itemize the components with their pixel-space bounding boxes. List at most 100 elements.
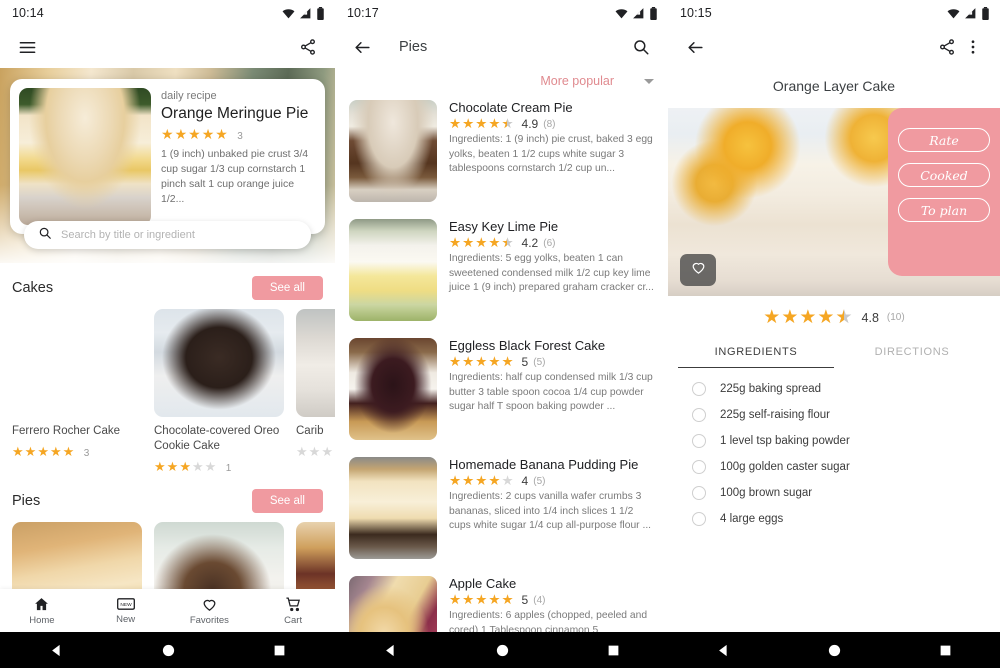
daily-recipe-image [19, 88, 151, 225]
cakes-carousel[interactable]: Ferrero Rocher Cake ★ ★ ★ ★ ★ 3 Chocolate-co… [0, 309, 335, 476]
recipe-card[interactable]: Ferrero Rocher Cake ★ ★ ★ ★ ★ 3 [12, 309, 142, 476]
recents-navigation-button[interactable] [273, 644, 286, 657]
share-icon[interactable] [295, 34, 321, 60]
recipe-card[interactable]: Chocolate-covered Oreo Cookie Cake ★ ★ ★ ★ ★… [154, 309, 284, 476]
recipe-title: Chocolate Cream Pie [449, 100, 573, 115]
star-rating: ★★★★★ [449, 236, 514, 250]
rating-value: 4.9 [521, 117, 539, 131]
nav-item-favorites[interactable]: Favorites [168, 596, 252, 626]
to-plan-button[interactable]: To plan [898, 198, 990, 222]
recipe-title: Apple Cake [449, 576, 517, 591]
hamburger-menu-icon[interactable] [14, 34, 40, 60]
ingredient-item[interactable]: 225g self-raising flour [668, 402, 1000, 428]
nav-item-new[interactable]: NEW New [84, 596, 168, 625]
daily-recipe-info: daily recipe Orange Meringue Pie ★ ★ ★ ★ ★ 3… [161, 88, 316, 225]
rating-count: (5) [533, 356, 546, 368]
rating-count: (8) [543, 118, 556, 130]
bottom-navigation-bar: Home NEW New Favorites Cart [0, 589, 335, 632]
status-icons [615, 6, 658, 20]
back-navigation-button[interactable] [49, 643, 64, 658]
app-bar-1 [0, 26, 335, 68]
ingredient-item[interactable]: 4 large eggs [668, 506, 1000, 532]
overflow-menu-icon[interactable] [960, 34, 986, 60]
search-container: Search by title or ingredient [24, 221, 311, 249]
new-badge-icon: NEW [116, 596, 135, 612]
share-icon[interactable] [934, 34, 960, 60]
recipe-list-item[interactable]: Easy Key Lime Pie ★★★★★ 4.2 (6) Ingredie… [335, 215, 668, 334]
cellular-signal-icon [299, 7, 312, 20]
section-title-pies: Pies [12, 492, 41, 509]
star-rating[interactable]: ★ ★ ★ ★ ★ [763, 308, 852, 327]
recipe-list-item[interactable]: Chocolate Cream Pie ★★★★★ 4.9 (8) Ingred… [335, 96, 668, 215]
recipe-rating: ★ ★ ★ ★ ★ 5 (4) [449, 593, 656, 607]
daily-recipe-card[interactable]: daily recipe Orange Meringue Pie ★ ★ ★ ★ ★ 3… [10, 79, 325, 234]
chevron-down-icon[interactable] [644, 78, 654, 84]
home-navigation-button[interactable] [827, 643, 842, 658]
recipe-card[interactable]: Carib ★★★★★ [296, 309, 335, 476]
recents-navigation-button[interactable] [939, 644, 952, 657]
ingredient-item[interactable]: 100g brown sugar [668, 480, 1000, 506]
battery-icon [649, 6, 658, 20]
ingredient-item[interactable]: 100g golden caster sugar [668, 454, 1000, 480]
back-navigation-button[interactable] [383, 643, 398, 658]
ingredient-checkbox[interactable] [692, 460, 706, 474]
favorite-button[interactable] [680, 254, 716, 286]
cart-icon [285, 596, 302, 613]
three-phone-screenshots: 10:14 daily recipe Orange Meringue Pie ★… [0, 0, 1000, 668]
recipe-card-rating: ★★★★★ [296, 443, 335, 461]
ingredient-item[interactable]: 1 level tsp baking powder [668, 428, 1000, 454]
recipe-list-item[interactable]: Homemade Banana Pudding Pie ★ ★ ★ ★ ★ 4 (5) … [335, 453, 668, 572]
recipe-detail-rating[interactable]: ★★★★★ 4.8 (10) [668, 296, 1000, 337]
ingredient-checkbox[interactable] [692, 434, 706, 448]
sort-label[interactable]: More popular [540, 74, 614, 88]
ingredient-item[interactable]: 225g baking spread [668, 376, 1000, 402]
recipe-card-image [296, 309, 335, 417]
ingredient-text: 1 level tsp baking powder [720, 435, 850, 447]
recipe-card-image [12, 309, 142, 417]
back-arrow-icon[interactable] [349, 34, 375, 60]
nav-label: Favorites [189, 614, 229, 626]
star-rating: ★★★★★ [12, 443, 75, 459]
android-system-bar-3 [668, 632, 1000, 668]
search-input[interactable]: Search by title or ingredient [24, 221, 311, 249]
home-navigation-button[interactable] [161, 643, 176, 658]
recipe-thumbnail [349, 100, 437, 202]
daily-recipe-hero: daily recipe Orange Meringue Pie ★ ★ ★ ★ ★ 3… [0, 68, 335, 263]
back-arrow-icon[interactable] [682, 34, 708, 60]
ingredient-checkbox[interactable] [692, 408, 706, 422]
ingredient-text: 4 large eggs [720, 513, 784, 525]
ingredient-text: 225g self-raising flour [720, 409, 830, 421]
sort-control: More popular [335, 68, 668, 96]
see-all-button-pies[interactable]: See all [251, 488, 323, 513]
ingredient-checkbox[interactable] [692, 382, 706, 396]
back-navigation-button[interactable] [716, 643, 731, 658]
search-icon[interactable] [628, 34, 654, 60]
action-panel: Rate Cooked To plan [888, 108, 1000, 276]
phone-screen-home: 10:14 daily recipe Orange Meringue Pie ★… [0, 0, 335, 668]
nav-item-cart[interactable]: Cart [251, 596, 335, 626]
ingredients-list: 225g baking spread 225g self-raising flo… [668, 368, 1000, 532]
cellular-signal-icon [964, 7, 977, 20]
ingredient-checkbox[interactable] [692, 486, 706, 500]
section-title-cakes: Cakes [12, 280, 54, 296]
recipe-list-item[interactable]: Eggless Black Forest Cake ★ ★ ★ ★ ★ 5 (5) In… [335, 334, 668, 453]
recipe-title: Easy Key Lime Pie [449, 219, 559, 234]
recents-navigation-button[interactable] [607, 644, 620, 657]
recipe-rating: ★ ★ ★ ★ ★ 5 (5) [449, 355, 656, 369]
rate-button[interactable]: Rate [898, 128, 990, 152]
star-rating: ★★★★★ [449, 117, 514, 131]
recipe-title: Eggless Black Forest Cake [449, 338, 606, 353]
home-navigation-button[interactable] [495, 643, 510, 658]
nav-item-home[interactable]: Home [0, 596, 84, 626]
tab-directions[interactable]: DIRECTIONS [834, 337, 990, 368]
ingredient-checkbox[interactable] [692, 512, 706, 526]
see-all-button-cakes[interactable]: See all [251, 276, 323, 300]
recipe-thumbnail [349, 457, 437, 559]
phone-screen-category-list: 10:17 Pies More popular Chocolate Cream … [335, 0, 668, 668]
tab-ingredients[interactable]: INGREDIENTS [678, 337, 834, 368]
rating-value: 5 [521, 593, 529, 607]
cooked-button[interactable]: Cooked [898, 163, 990, 187]
search-icon [38, 226, 52, 245]
status-clock: 10:15 [680, 6, 712, 20]
daily-recipe-description: 1 (9 inch) unbaked pie crust 3/4 cup sug… [161, 148, 309, 205]
